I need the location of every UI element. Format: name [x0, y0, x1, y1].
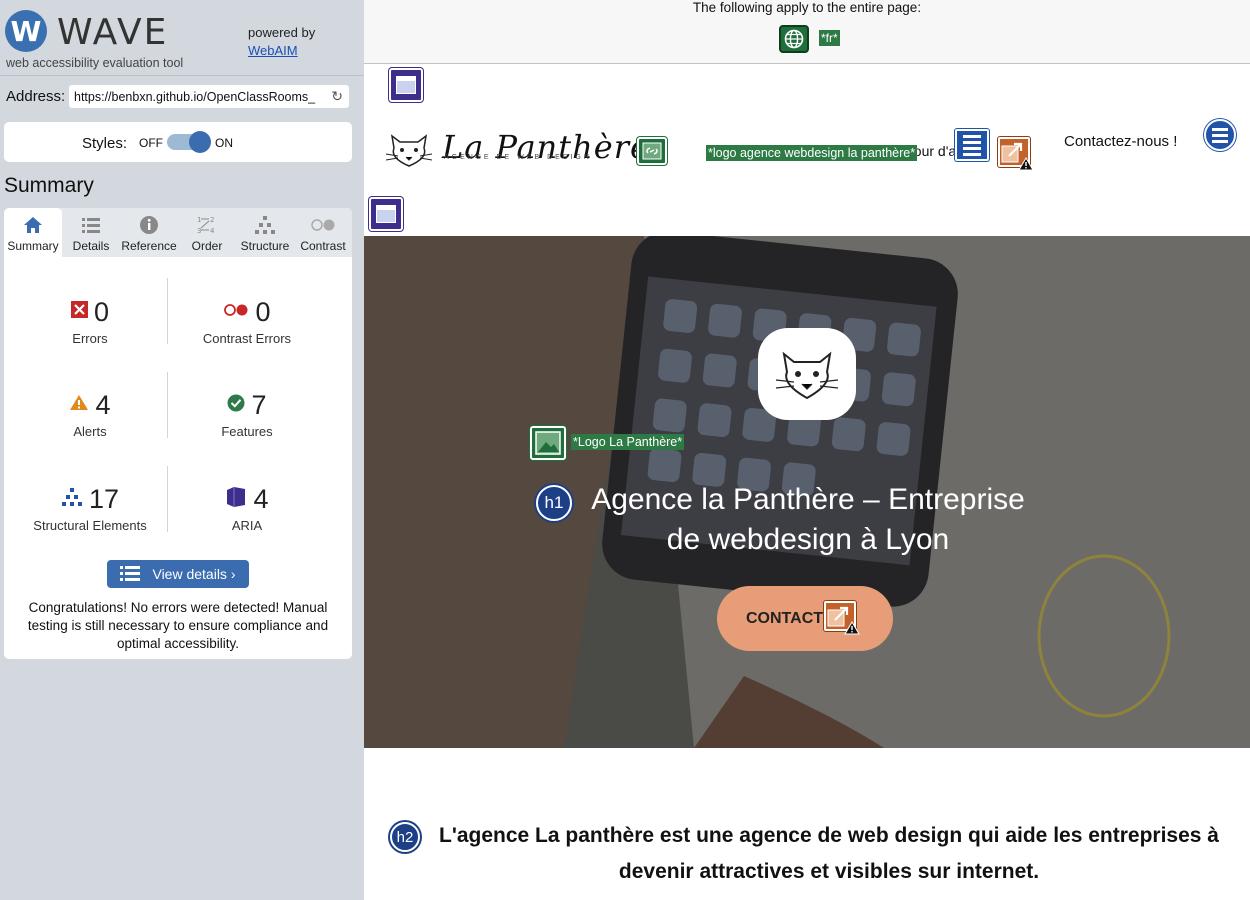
wave-title: WAVE [57, 12, 169, 53]
aria-label: ARIA [231, 518, 263, 533]
tab-label: Order [191, 239, 223, 253]
list-icon[interactable] [955, 129, 989, 161]
tab-order[interactable]: 1 2 3 4 Order [178, 208, 236, 257]
errors-count: 0 [93, 296, 110, 327]
stat-errors[interactable]: 0 Errors [5, 296, 175, 346]
redundant-link-alert-icon[interactable] [998, 137, 1034, 171]
tab-summary[interactable]: Summary [4, 208, 62, 257]
order-icon: 1 2 3 4 [196, 214, 218, 236]
summary-heading: Summary [4, 174, 94, 197]
hero-title: Agence la Panthère – Entreprise de webde… [591, 483, 1025, 556]
tab-label: Summary [7, 239, 59, 253]
panther-logo-icon [385, 134, 433, 167]
brand-tagline: AGENCE DE WEB DESIGN [444, 154, 592, 161]
tab-label: Contrast [300, 239, 346, 253]
toggle-knob [189, 131, 211, 153]
structure-icon [254, 214, 276, 236]
tab-label: Structure [240, 239, 290, 253]
list-icon[interactable] [1204, 119, 1236, 151]
styles-on-label: ON [215, 136, 233, 150]
contact-button[interactable]: CONTACT [717, 586, 893, 651]
wave-logo: W [5, 10, 47, 52]
powered-by-text: powered by [248, 25, 316, 40]
alerts-count: 4 [95, 389, 111, 420]
home-icon [23, 214, 43, 236]
redundant-link-alert-icon[interactable] [824, 601, 860, 635]
webaim-link[interactable]: WebAIM [248, 43, 298, 58]
tab-label: Details [72, 239, 110, 253]
stat-alerts[interactable]: 4 Alerts [5, 389, 175, 439]
reload-icon[interactable]: ↻ [331, 88, 343, 105]
wave-logo-letter: W [10, 14, 42, 48]
congrats-message: Congratulations! No errors were detected… [27, 600, 329, 651]
evaluated-page: The following apply to the entire page: … [364, 0, 1250, 900]
view-details-button[interactable]: View details › [107, 560, 249, 588]
tab-label: Reference [121, 239, 177, 253]
svg-text:3: 3 [197, 227, 201, 235]
error-icon [70, 301, 88, 323]
styles-toggle-card: Styles: OFF ON [4, 122, 352, 162]
address-value: https://benbxn.github.io/OpenClassRooms_ [74, 89, 316, 104]
wave-sidebar: W WAVE web accessibility evaluation tool… [0, 0, 364, 900]
logo-alt-text: *logo agence webdesign la panthère* [706, 145, 918, 161]
svg-text:2: 2 [210, 216, 214, 224]
wave-subtitle: web accessibility evaluation tool [6, 56, 184, 70]
feature-check-icon [227, 394, 245, 417]
structural-label: Structural Elements [33, 518, 147, 533]
sidebar-divider [0, 75, 364, 76]
aria-region-icon[interactable] [389, 68, 423, 102]
styles-toggle[interactable] [167, 131, 211, 153]
image-icon[interactable] [530, 426, 566, 460]
info-icon [139, 214, 159, 236]
linked-image-icon[interactable] [637, 137, 667, 165]
stat-features[interactable]: 7 Features [162, 389, 332, 440]
tab-bar: Summary Details Reference 1 2 3 4 Order Str… [4, 208, 352, 257]
apply-text: The following apply to the entire page: [692, 0, 922, 15]
svg-text:4: 4 [210, 227, 215, 235]
alerts-label: Alerts [73, 424, 107, 439]
aria-cube-icon [225, 486, 247, 513]
tab-details[interactable]: Details [62, 208, 120, 257]
svg-text:1: 1 [197, 216, 201, 224]
tab-reference[interactable]: Reference [120, 208, 178, 257]
stat-contrast-errors[interactable]: 0 Contrast Errors [162, 296, 332, 347]
contact-button-label: CONTACT [746, 609, 824, 627]
summary-panel: Summary Details Reference 1 2 3 4 Order Str… [4, 208, 352, 659]
contrast-error-icon [223, 303, 249, 322]
aria-count: 4 [253, 483, 269, 514]
styles-off-label: OFF [139, 136, 163, 150]
address-field[interactable]: https://benbxn.github.io/OpenClassRooms_… [69, 85, 349, 108]
globe-icon[interactable] [779, 25, 809, 53]
hero-logo-alt-text: *Logo La Panthère* [571, 434, 685, 450]
structural-count: 17 [88, 483, 120, 514]
view-details-label: View details › [152, 566, 236, 582]
features-label: Features [221, 424, 273, 439]
page-level-bar: The following apply to the entire page: … [364, 0, 1250, 64]
contrast-icon [310, 214, 336, 236]
contrast-errors-count: 0 [255, 296, 271, 327]
hero-section: *Logo La Panthère* h1 Agence la Panthère… [364, 236, 1250, 748]
aria-region-icon[interactable] [369, 197, 403, 231]
tab-contrast[interactable]: Contrast [294, 208, 352, 257]
address-label: Address: [6, 88, 66, 105]
contrast-errors-label: Contrast Errors [202, 331, 292, 346]
structure-icon [61, 487, 83, 512]
errors-label: Errors [72, 331, 108, 346]
list-icon [81, 214, 101, 236]
stat-structural[interactable]: 17 Structural Elements [5, 483, 175, 534]
stat-aria[interactable]: 4 ARIA [162, 483, 332, 533]
tab-structure[interactable]: Structure [236, 208, 294, 257]
styles-label: Styles: [82, 135, 128, 152]
nav-link-contact[interactable]: Contactez-nous ! [1064, 133, 1177, 150]
alert-icon [69, 394, 89, 416]
hero-logo-image [758, 328, 856, 420]
language-tag: *fr* [819, 30, 840, 46]
h1-badge[interactable]: h1 [536, 485, 572, 521]
features-count: 7 [251, 389, 267, 420]
list-icon [120, 565, 141, 584]
h2-badge[interactable]: h2 [390, 822, 420, 852]
section-heading: L'agence La panthère est une agence de w… [439, 824, 1219, 883]
